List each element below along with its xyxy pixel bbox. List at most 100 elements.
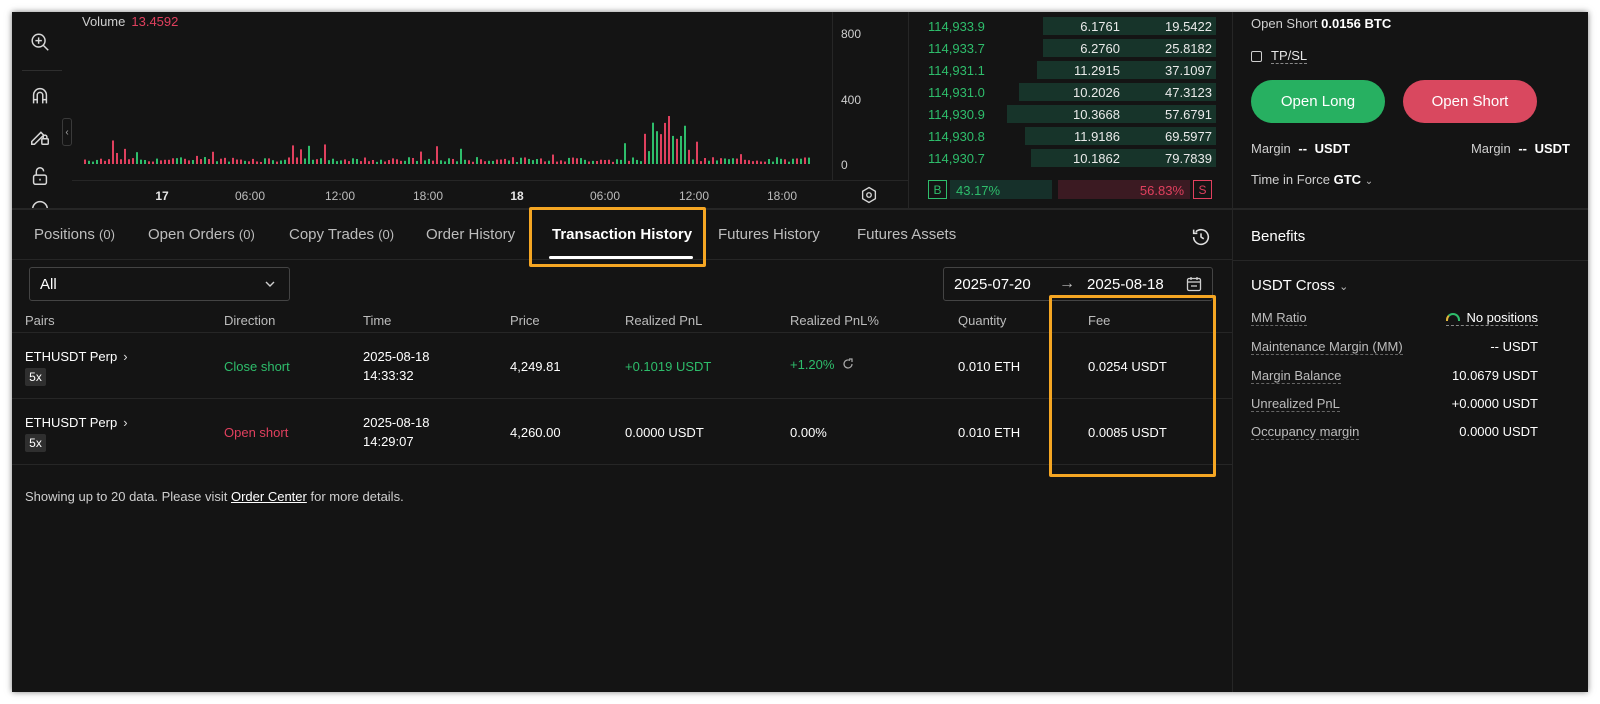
tab-label: Copy Trades bbox=[289, 226, 375, 243]
x-tick: 18 bbox=[510, 189, 524, 203]
tpsl-toggle[interactable]: TP/SL bbox=[1251, 48, 1308, 64]
chevron-right-icon: › bbox=[123, 415, 128, 430]
direction: Open short bbox=[224, 425, 289, 440]
time-in-force-select[interactable]: Time in Force GTC ⌄ bbox=[1251, 172, 1373, 187]
volume-bar bbox=[576, 158, 578, 164]
volume-bar bbox=[264, 158, 266, 164]
volume-bar bbox=[216, 161, 218, 164]
sell-badge: S bbox=[1193, 180, 1212, 199]
volume-bar bbox=[804, 157, 806, 164]
volume-bar bbox=[464, 159, 466, 164]
margin-mode-label: USDT Cross bbox=[1251, 277, 1335, 294]
eye-icon[interactable] bbox=[28, 198, 52, 208]
zoom-in-icon[interactable] bbox=[28, 30, 52, 54]
tpsl-label: TP/SL bbox=[1271, 48, 1308, 64]
volume-bar bbox=[600, 159, 602, 164]
pencil-lock-icon[interactable] bbox=[28, 124, 52, 148]
volume-bars bbox=[84, 116, 810, 164]
account-label[interactable]: MM Ratio bbox=[1251, 310, 1307, 326]
calendar-icon[interactable] bbox=[1186, 276, 1202, 292]
volume-bar bbox=[620, 159, 622, 164]
history-icon[interactable] bbox=[1190, 226, 1212, 248]
volume-bar bbox=[228, 161, 230, 164]
order-book-row[interactable]: 114,933.9 6.1761 19.5422 bbox=[918, 16, 1216, 36]
magnet-icon[interactable] bbox=[28, 84, 52, 108]
account-label[interactable]: Unrealized PnL bbox=[1251, 396, 1340, 412]
volume-bar bbox=[364, 157, 366, 164]
volume-bar bbox=[236, 159, 238, 164]
tab-copy-trades[interactable]: Copy Trades (0) bbox=[289, 226, 394, 243]
pair-link[interactable]: ETHUSDT Perp › bbox=[25, 415, 128, 430]
chart-settings-icon[interactable] bbox=[860, 186, 878, 204]
chevron-down-icon: ⌄ bbox=[1339, 281, 1349, 293]
volume-bar bbox=[240, 159, 242, 164]
volume-bar bbox=[752, 161, 754, 164]
volume-bar bbox=[188, 160, 190, 164]
date-to[interactable]: 2025-08-18 bbox=[1087, 276, 1164, 293]
margin-unit: USDT bbox=[1314, 141, 1351, 156]
open-short-button[interactable]: Open Short bbox=[1403, 80, 1537, 123]
unlock-icon[interactable] bbox=[28, 164, 52, 188]
volume-bar bbox=[676, 138, 678, 164]
volume-bar bbox=[392, 158, 394, 164]
volume-bar bbox=[624, 143, 626, 164]
collapse-toolbar-button[interactable]: ‹ bbox=[62, 118, 72, 146]
account-label[interactable]: Maintenance Margin (MM) bbox=[1251, 339, 1403, 355]
long-margin: Margin -- USDT bbox=[1251, 141, 1350, 156]
volume-bar bbox=[96, 159, 98, 164]
realized-pnl-percent: +1.20% bbox=[790, 357, 854, 372]
drawing-toolbar: ‹ bbox=[12, 12, 72, 208]
volume-bar bbox=[252, 158, 254, 164]
volume-bar bbox=[656, 131, 658, 164]
bid-total: 47.3123 bbox=[1165, 85, 1212, 100]
bid-total: 57.6791 bbox=[1165, 107, 1212, 122]
date-from[interactable]: 2025-07-20 bbox=[954, 276, 1031, 293]
volume-bar bbox=[208, 159, 210, 164]
gauge-icon bbox=[1446, 313, 1461, 321]
trade-date: 2025-08-18 bbox=[363, 349, 430, 364]
tab-futures-assets[interactable]: Futures Assets bbox=[857, 226, 956, 243]
order-book-row[interactable]: 114,930.8 11.9186 69.5977 bbox=[918, 126, 1216, 146]
bid-amount: 10.2026 bbox=[1073, 85, 1120, 100]
volume-bar bbox=[376, 161, 378, 164]
tab-open-orders[interactable]: Open Orders (0) bbox=[148, 226, 255, 243]
order-book: 114,933.9 6.1761 19.5422 114,933.7 6.2760 25… bbox=[918, 12, 1216, 208]
volume-bar bbox=[472, 161, 474, 164]
tab-positions[interactable]: Positions (0) bbox=[34, 226, 115, 243]
bid-total: 19.5422 bbox=[1165, 19, 1212, 34]
volume-bar bbox=[324, 144, 326, 164]
volume-bar bbox=[428, 158, 430, 164]
column-header: Direction bbox=[224, 313, 276, 328]
tab-order-history[interactable]: Order History bbox=[426, 226, 515, 243]
open-long-button[interactable]: Open Long bbox=[1251, 80, 1385, 123]
volume-bar bbox=[388, 160, 390, 164]
order-book-row[interactable]: 114,931.0 10.2026 47.3123 bbox=[918, 82, 1216, 102]
volume-bar bbox=[436, 146, 438, 164]
order-book-row[interactable]: 114,933.7 6.2760 25.8182 bbox=[918, 38, 1216, 58]
volume-bar bbox=[276, 161, 278, 164]
order-book-row[interactable]: 114,930.9 10.3668 57.6791 bbox=[918, 104, 1216, 124]
order-book-row[interactable]: 114,930.7 10.1862 79.7839 bbox=[918, 148, 1216, 168]
quantity: 0.010 ETH bbox=[958, 359, 1021, 374]
account-value: No positions bbox=[1446, 310, 1538, 326]
volume-bar bbox=[792, 158, 794, 164]
account-label[interactable]: Occupancy margin bbox=[1251, 424, 1360, 440]
type-filter-select[interactable]: All bbox=[29, 267, 290, 301]
tpsl-checkbox[interactable] bbox=[1251, 50, 1262, 62]
order-center-link[interactable]: Order Center bbox=[231, 489, 307, 504]
leverage-badge: 5x bbox=[25, 434, 46, 452]
volume-bar bbox=[448, 158, 450, 164]
tab-futures-history[interactable]: Futures History bbox=[718, 226, 820, 243]
share-icon[interactable] bbox=[842, 358, 854, 370]
margin-mode-select[interactable]: USDT Cross ⌄ bbox=[1251, 277, 1348, 294]
volume-bar bbox=[440, 160, 442, 164]
pair-link[interactable]: ETHUSDT Perp › bbox=[25, 349, 128, 364]
volume-bar bbox=[296, 157, 298, 164]
column-header: Pairs bbox=[25, 313, 55, 328]
volume-bar bbox=[712, 157, 714, 164]
volume-bar bbox=[288, 157, 290, 164]
account-value: 0.0000 USDT bbox=[1459, 424, 1538, 439]
order-book-row[interactable]: 114,931.1 11.2915 37.1097 bbox=[918, 60, 1216, 80]
account-label[interactable]: Margin Balance bbox=[1251, 368, 1342, 384]
pair-name: ETHUSDT Perp bbox=[25, 349, 118, 364]
